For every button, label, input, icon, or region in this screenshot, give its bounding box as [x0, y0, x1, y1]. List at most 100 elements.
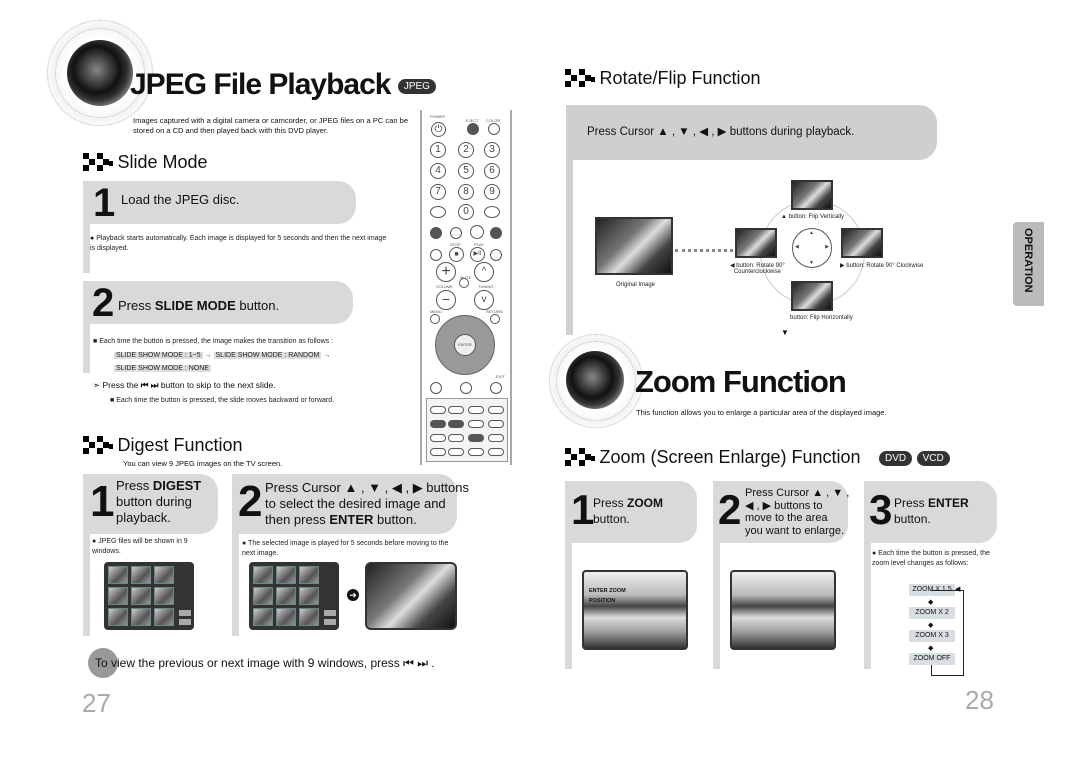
thumbnail [276, 608, 296, 626]
zoom-heading-title: Zoom (Screen Enlarge) Function [599, 447, 861, 467]
sleep-button[interactable] [468, 406, 484, 414]
page-number-left: 27 [82, 688, 111, 718]
eq-button[interactable] [430, 448, 446, 456]
digit-3-button[interactable]: 3 [484, 142, 500, 158]
repeat-button[interactable] [470, 225, 484, 239]
digit-1-button[interactable]: 1 [430, 142, 446, 158]
remain-button[interactable] [430, 206, 446, 218]
tuning-up-button[interactable]: ^ [474, 262, 494, 282]
step-note: ● Playback starts automatically. Each im… [90, 235, 387, 252]
audio-button[interactable] [430, 382, 442, 394]
mode-button[interactable] [460, 382, 472, 394]
tip-prefix: Press the [102, 380, 139, 390]
skip-forward-button[interactable] [490, 227, 502, 239]
text-line: ◀ , ▶ buttons to [745, 499, 823, 512]
enter-button[interactable]: ENTER [454, 334, 476, 356]
volume-up-button[interactable]: + [436, 262, 456, 282]
text-line: playback. [116, 510, 171, 525]
volume-label: VOLUME [436, 284, 453, 289]
flip-vertical-image [791, 180, 833, 210]
arrow-right-icon: ➜ [347, 589, 359, 601]
digit-6-button[interactable]: 6 [484, 163, 500, 179]
slow-button[interactable] [488, 420, 504, 428]
zoom-overlay-text: ENTER ZOOM POSITION [589, 586, 626, 606]
step-text: Press ZOOM button. [593, 495, 663, 527]
page-indicator [324, 619, 336, 625]
kitten-photo [365, 562, 457, 630]
timer-clock-button[interactable] [468, 448, 484, 456]
title-button[interactable] [430, 434, 446, 442]
step-text: Press ENTER button. [894, 495, 969, 527]
tip-note: ■ Each time the button is pressed, the s… [110, 397, 335, 404]
thumbnail [253, 608, 273, 626]
step-note-text: Each time the button is pressed, the zoo… [872, 550, 990, 567]
logo-button[interactable] [488, 434, 504, 442]
text-suffix: button. [235, 298, 280, 313]
digest-button[interactable] [448, 420, 464, 428]
digit-4-button[interactable]: 4 [430, 163, 446, 179]
tuner-memory-button[interactable] [488, 448, 504, 456]
slide-step2-rail [83, 281, 90, 373]
slide-mode-button[interactable] [430, 420, 446, 428]
operation-tab-label: OPERATION [1022, 228, 1034, 293]
eject-button[interactable] [467, 123, 479, 135]
text-bold: ZOOM [627, 496, 664, 510]
slide-sequence-2: SLIDE SHOW MODE : NONE [114, 364, 211, 374]
digit-0-button[interactable]: 0 [458, 204, 474, 220]
zoom-heading: Zoom (Screen Enlarge) Function DVD VCD [565, 447, 950, 470]
rotate-title: Rotate/Flip Function [599, 68, 761, 88]
thumbnail [131, 566, 151, 584]
rotate-cw-label: ▶ button: Rotate 90° Clockwise [840, 263, 924, 269]
step-note: ● Each time the button is pressed, the z… [872, 550, 990, 567]
digit-9-button[interactable]: 9 [484, 184, 500, 200]
rotate-instruction: Press Cursor ▲ , ▼ , ◀ , ▶ buttons durin… [587, 126, 855, 138]
volume-down-button[interactable]: − [436, 290, 456, 310]
text-line: Press Cursor ▲ , ▼ , ◀ , ▶ buttons [265, 480, 469, 495]
test-tone-button[interactable] [430, 406, 446, 414]
rotate-ccw-image [735, 228, 777, 258]
tuning-down-button[interactable]: v [474, 290, 494, 310]
down-arrow-icon: ▼ [781, 328, 789, 337]
digit-5-button[interactable]: 5 [458, 163, 474, 179]
skip-buttons-icon: ⏮ ⏭ [140, 380, 159, 390]
flip-horizontal-label: button: Flip Horizontally [790, 315, 853, 321]
cancel-button[interactable] [484, 206, 500, 218]
zoom-title: Zoom Function [635, 364, 847, 399]
color-button[interactable] [488, 123, 500, 135]
mute-button[interactable] [459, 278, 469, 288]
step-note-text: Playback starts automatically. Each imag… [90, 235, 387, 252]
text-prefix: Press [118, 298, 155, 313]
dvd-badge: DVD [879, 451, 913, 467]
page-indicator [179, 619, 191, 625]
sound-edit-button[interactable] [448, 406, 464, 414]
step-button[interactable] [450, 227, 462, 239]
step-number: 2 [92, 281, 114, 325]
text-line: to select the desired image and [265, 496, 446, 511]
step-number: 1 [90, 477, 115, 526]
flip-vertical-label: ▲ button: Flip Vertically [781, 214, 844, 220]
zoom-position-screen [582, 570, 688, 650]
original-image [595, 217, 673, 275]
digit-8-button[interactable]: 8 [458, 184, 474, 200]
digit-7-button[interactable]: 7 [430, 184, 446, 200]
digit-2-button[interactable]: 2 [458, 142, 474, 158]
zoom-button[interactable] [468, 434, 484, 442]
info-button[interactable] [488, 406, 504, 414]
flip-horizontal-image [791, 281, 833, 311]
echo-button[interactable] [448, 434, 464, 442]
arrow-left-icon: ◀ [955, 586, 961, 593]
exit-button[interactable] [490, 382, 502, 394]
skip-back-button[interactable] [430, 227, 442, 239]
cursor-pad-icon: ▲ ▼ ◀ ▶ [792, 228, 832, 268]
play-pause-button[interactable]: ▶II [470, 247, 485, 262]
power-button[interactable]: ⏻ [431, 122, 446, 137]
return-button[interactable] [490, 314, 500, 324]
menu-button[interactable] [430, 314, 440, 324]
rewind-button[interactable] [430, 249, 442, 261]
vcd-badge: VCD [916, 451, 950, 467]
p-sound-button[interactable] [448, 448, 464, 456]
p-scan-button[interactable] [468, 420, 484, 428]
fast-forward-button[interactable] [490, 249, 502, 261]
text-prefix: Press [593, 496, 628, 510]
stop-button[interactable]: ■ [449, 247, 464, 262]
